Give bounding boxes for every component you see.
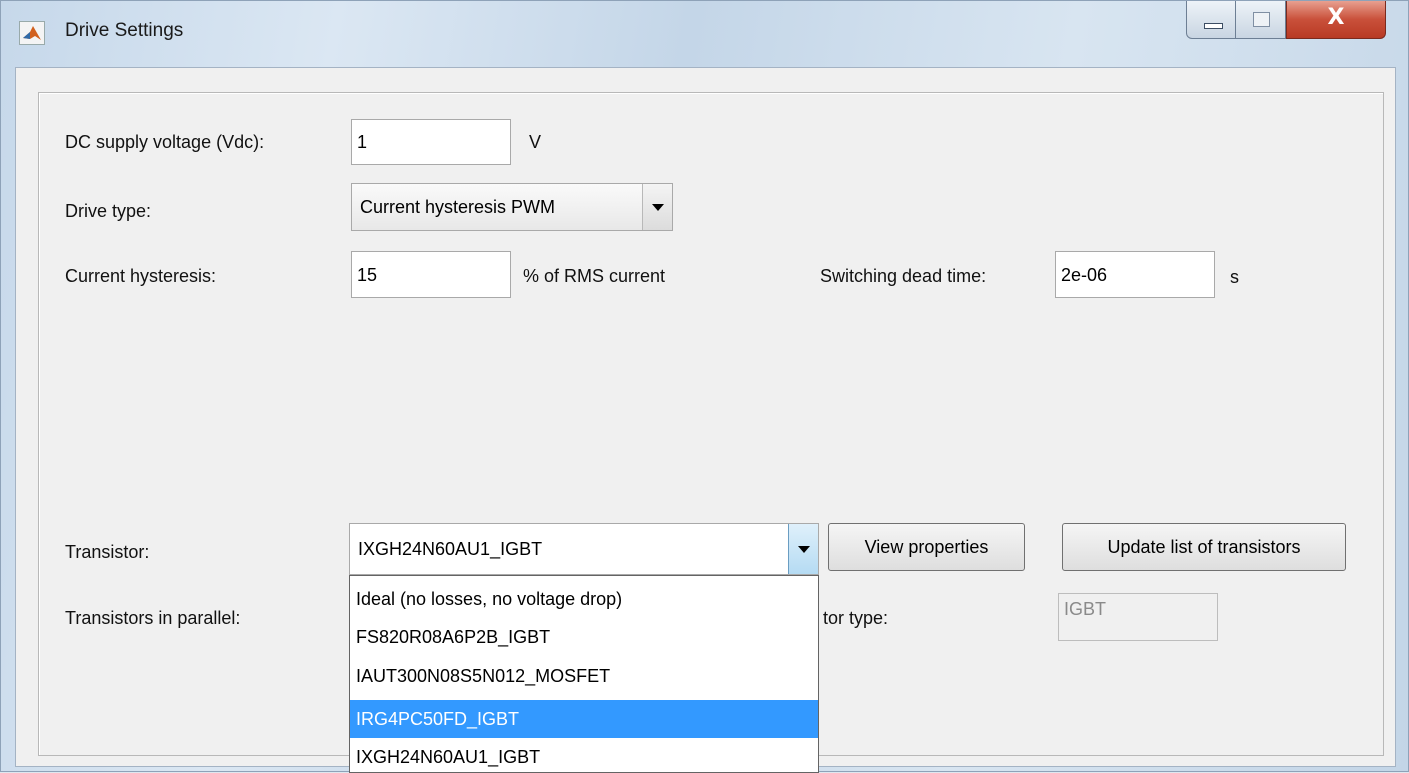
current-hysteresis-label: Current hysteresis: xyxy=(65,266,217,286)
dead-time-input[interactable]: 2e-06 xyxy=(1055,251,1215,298)
dropdown-option-selected[interactable]: IRG4PC50FD_IGBT xyxy=(350,700,818,738)
dropdown-option[interactable]: FS820R08A6P2B_IGBT xyxy=(350,618,818,656)
maximize-icon xyxy=(1253,12,1270,27)
maximize-button[interactable] xyxy=(1236,1,1286,39)
dead-time-label: Switching dead time: xyxy=(820,266,987,286)
dead-time-unit: s xyxy=(1230,267,1239,287)
dropdown-option[interactable]: Ideal (no losses, no voltage drop) xyxy=(350,580,818,618)
matlab-app-icon xyxy=(19,21,45,45)
transistor-dropdown-list[interactable]: Ideal (no losses, no voltage drop) FS820… xyxy=(349,575,819,773)
transistor-label: Transistor: xyxy=(65,542,150,562)
drive-type-select[interactable]: Current hysteresis PWM xyxy=(351,183,673,231)
dc-supply-unit: V xyxy=(529,132,542,152)
current-hysteresis-input[interactable]: 15 xyxy=(351,251,511,298)
drive-type-arrow[interactable] xyxy=(642,184,672,230)
view-properties-button[interactable]: View properties xyxy=(828,523,1025,571)
title-bar[interactable]: Drive Settings X xyxy=(1,1,1408,63)
minimize-icon xyxy=(1204,23,1223,29)
transistor-value: IXGH24N60AU1_IGBT xyxy=(358,538,543,559)
dropdown-arrow-icon xyxy=(652,204,664,211)
transistor-select[interactable]: IXGH24N60AU1_IGBT xyxy=(349,523,819,575)
drive-type-value: Current hysteresis PWM xyxy=(360,196,556,217)
dc-supply-input[interactable]: 1 xyxy=(351,119,511,165)
dc-supply-label: DC supply voltage (Vdc): xyxy=(65,132,265,152)
dropdown-option[interactable]: IXGH24N60AU1_IGBT xyxy=(350,738,818,772)
drive-type-label: Drive type: xyxy=(65,201,152,221)
update-transistors-button[interactable]: Update list of transistors xyxy=(1062,523,1346,571)
drive-settings-window: Drive Settings X DC supply voltage (Vdc)… xyxy=(0,0,1409,773)
window-title: Drive Settings xyxy=(65,20,184,41)
current-hysteresis-unit: % of RMS current xyxy=(523,266,666,286)
transistor-type-field: IGBT xyxy=(1058,593,1218,641)
transistor-type-label: tor type: xyxy=(823,608,889,628)
minimize-button[interactable] xyxy=(1186,1,1236,39)
dropdown-arrow-icon xyxy=(798,546,810,553)
dropdown-option[interactable]: IAUT300N08S5N012_MOSFET xyxy=(350,657,818,695)
transistor-arrow[interactable] xyxy=(788,524,818,574)
close-icon: X xyxy=(1327,5,1345,30)
close-button[interactable]: X xyxy=(1286,1,1386,39)
transistors-parallel-label: Transistors in parallel: xyxy=(65,608,241,628)
